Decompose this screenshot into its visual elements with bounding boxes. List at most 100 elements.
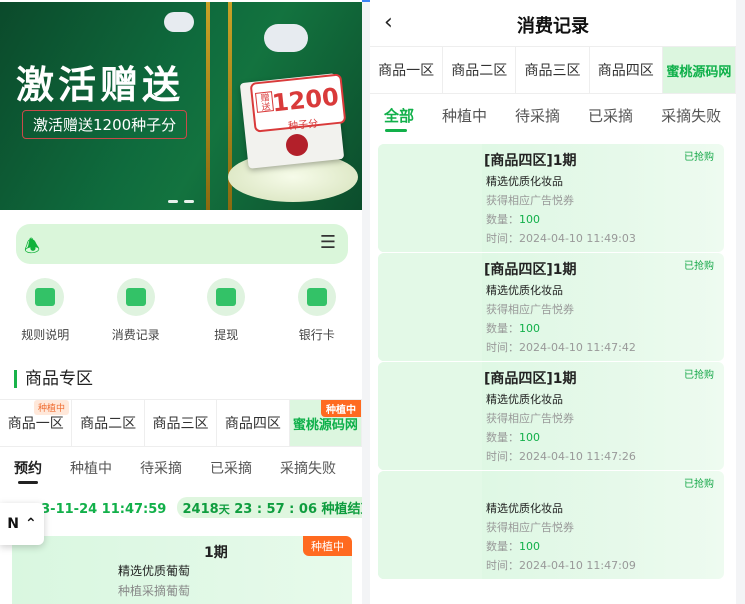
- tab-all[interactable]: 全部: [370, 100, 428, 136]
- banner-title: 激活赠送: [16, 63, 185, 107]
- records-status-tabs: 全部 种植中 待采摘 已采摘 采摘失败: [370, 100, 736, 136]
- fab-letter: N: [7, 516, 19, 532]
- tab-picked[interactable]: 已采摘: [574, 100, 647, 136]
- record-status: 已抢购: [684, 152, 714, 163]
- quick-action-rules[interactable]: 规则说明: [0, 278, 91, 348]
- countdown-days-unit: 天: [218, 503, 230, 516]
- record-desc: 获得相应广告悦券: [486, 303, 574, 316]
- category-tab-3[interactable]: 商品三区: [145, 400, 218, 446]
- countdown-clock: 23 : 57 : 06: [234, 502, 317, 517]
- tab-reserve[interactable]: 预约: [0, 452, 56, 486]
- cloud-icon: [264, 24, 308, 52]
- menu-icon[interactable]: ☰: [320, 232, 336, 253]
- records-panel: ‹ 消费记录 商品一区 商品二区 商品三区 商品四区 蜜桃源码网 全部 种植中 …: [370, 0, 736, 604]
- tab-picked[interactable]: 已采摘: [196, 452, 266, 486]
- record-name: 精选优质化妆品: [486, 175, 563, 188]
- record-desc: 获得相应广告悦券: [486, 521, 574, 534]
- record-time: 时间：2024-04-10 11:47:26: [486, 450, 636, 463]
- wax-seal-icon: [286, 134, 308, 156]
- category-tab-2[interactable]: 商品二区: [72, 400, 145, 446]
- countdown-status: 种植结束: [321, 502, 362, 517]
- record-desc: 获得相应广告悦券: [486, 194, 574, 207]
- records-list: [商品四区]1期 已抢购 精选优质化妆品 获得相应广告悦券 数量：100 时间：…: [378, 144, 724, 580]
- record-card[interactable]: 已抢购 精选优质化妆品 获得相应广告悦券 数量：100 时间：2024-04-1…: [378, 471, 724, 579]
- countdown-row: 2023-11-24 11:47:59 2418天 23 : 57 : 06 种…: [14, 497, 362, 518]
- record-quantity: 数量：100: [486, 322, 540, 335]
- layers-icon: [35, 288, 56, 306]
- record-name: 精选优质化妆品: [486, 284, 563, 297]
- cloud-icon: [164, 12, 194, 32]
- records-category-tab-5[interactable]: 蜜桃源码网: [662, 47, 736, 93]
- record-quantity: 数量：100: [486, 431, 540, 444]
- home-panel: 激活赠送 激活赠送1200种子分 赠送 1200 种子分 🕭 ☰ 规则说明 消费…: [0, 0, 362, 604]
- record-thumbnail: [378, 144, 482, 252]
- promo-banner[interactable]: 激活赠送 激活赠送1200种子分 赠送 1200 种子分: [0, 2, 362, 210]
- records-category-tab-2[interactable]: 商品二区: [443, 47, 517, 93]
- category-label: 商品三区: [152, 416, 209, 432]
- record-status: 已抢购: [684, 261, 714, 272]
- carousel-dot[interactable]: [168, 200, 178, 203]
- record-thumbnail: [378, 253, 482, 361]
- tab-to-pick[interactable]: 待采摘: [126, 452, 196, 486]
- bank-card-icon: [306, 288, 327, 306]
- status-tabs: 预约 种植中 待采摘 已采摘 采摘失败: [0, 452, 362, 486]
- record-desc: 获得相应广告悦券: [486, 412, 574, 425]
- category-tabs: 种植中 商品一区 商品二区 商品三区 商品四区 种植中 蜜桃源码网: [0, 399, 362, 447]
- records-header: ‹ 消费记录: [370, 0, 736, 46]
- tab-planting[interactable]: 种植中: [428, 100, 501, 136]
- status-badge: 种植中: [303, 536, 352, 556]
- record-title: [商品四区]1期: [484, 153, 577, 169]
- bell-icon: 🕭: [24, 236, 41, 257]
- record-card[interactable]: [商品四区]1期 已抢购 精选优质化妆品 获得相应广告悦券 数量：100 时间：…: [378, 253, 724, 361]
- record-card[interactable]: [商品四区]1期 已抢购 精选优质化妆品 获得相应广告悦券 数量：100 时间：…: [378, 144, 724, 252]
- record-name: 精选优质化妆品: [486, 393, 563, 406]
- record-card[interactable]: [商品四区]1期 已抢购 精选优质化妆品 获得相应广告悦券 数量：100 时间：…: [378, 362, 724, 470]
- tab-pick-failed[interactable]: 采摘失败: [266, 452, 350, 486]
- record-time: 时间：2024-04-10 11:47:42: [486, 341, 636, 354]
- quick-action-bank-card[interactable]: 银行卡: [272, 278, 363, 348]
- floating-collapse-button[interactable]: N ⌃: [0, 503, 44, 545]
- record-time: 时间：2024-04-10 11:47:09: [486, 559, 636, 572]
- record-quantity: 数量：100: [486, 213, 540, 226]
- category-tab-5[interactable]: 种植中 蜜桃源码网: [289, 400, 362, 446]
- category-label: 商品二区: [80, 416, 137, 432]
- carousel-dots[interactable]: [168, 200, 194, 203]
- tab-planting[interactable]: 种植中: [56, 452, 126, 486]
- category-tab-1[interactable]: 种植中 商品一区: [0, 400, 73, 446]
- tab-to-pick[interactable]: 待采摘: [501, 100, 574, 136]
- quick-action-withdraw[interactable]: 提现: [181, 278, 272, 348]
- record-title: [商品四区]1期: [484, 262, 577, 278]
- quick-actions: 规则说明 消费记录 提现 银行卡: [0, 278, 362, 348]
- countdown-days: 2418: [182, 502, 219, 517]
- record-time: 时间：2024-04-10 11:49:03: [486, 232, 636, 245]
- record-quantity: 数量：100: [486, 540, 540, 553]
- record-thumbnail: [378, 362, 482, 470]
- quick-action-label: 提现: [214, 328, 239, 342]
- category-label: 商品四区: [224, 416, 281, 432]
- record-status: 已抢购: [684, 479, 714, 490]
- product-card[interactable]: 1期 种植中 精选优质葡萄 种植采摘葡萄: [12, 536, 352, 604]
- records-category-tab-1[interactable]: 商品一区: [370, 47, 444, 93]
- chevron-up-icon: ⌃: [24, 516, 37, 532]
- carousel-dot[interactable]: [184, 200, 194, 203]
- product-desc: 种植采摘葡萄: [118, 584, 191, 598]
- record-status: 已抢购: [684, 370, 714, 381]
- wallet-icon: [216, 288, 237, 306]
- record-name: 精选优质化妆品: [486, 502, 563, 515]
- tab-pick-failed[interactable]: 采摘失败: [647, 100, 735, 136]
- id-card-icon: [125, 288, 146, 306]
- envelope-unit: 种子分: [287, 118, 319, 133]
- notice-bar[interactable]: 🕭 ☰: [16, 224, 348, 264]
- section-title: 商品专区: [14, 370, 93, 388]
- record-title: [商品四区]1期: [484, 371, 577, 387]
- records-category-tab-3[interactable]: 商品三区: [516, 47, 590, 93]
- record-thumbnail: [378, 471, 482, 579]
- planting-tag: 种植中: [34, 400, 70, 415]
- quick-action-records[interactable]: 消费记录: [91, 278, 182, 348]
- category-label: 商品一区: [7, 416, 64, 432]
- category-tab-4[interactable]: 商品四区: [217, 400, 290, 446]
- quick-action-label: 银行卡: [298, 328, 335, 342]
- product-name: 精选优质葡萄: [118, 564, 191, 578]
- banner-subtitle: 激活赠送1200种子分: [22, 110, 188, 139]
- records-category-tab-4[interactable]: 商品四区: [590, 47, 663, 93]
